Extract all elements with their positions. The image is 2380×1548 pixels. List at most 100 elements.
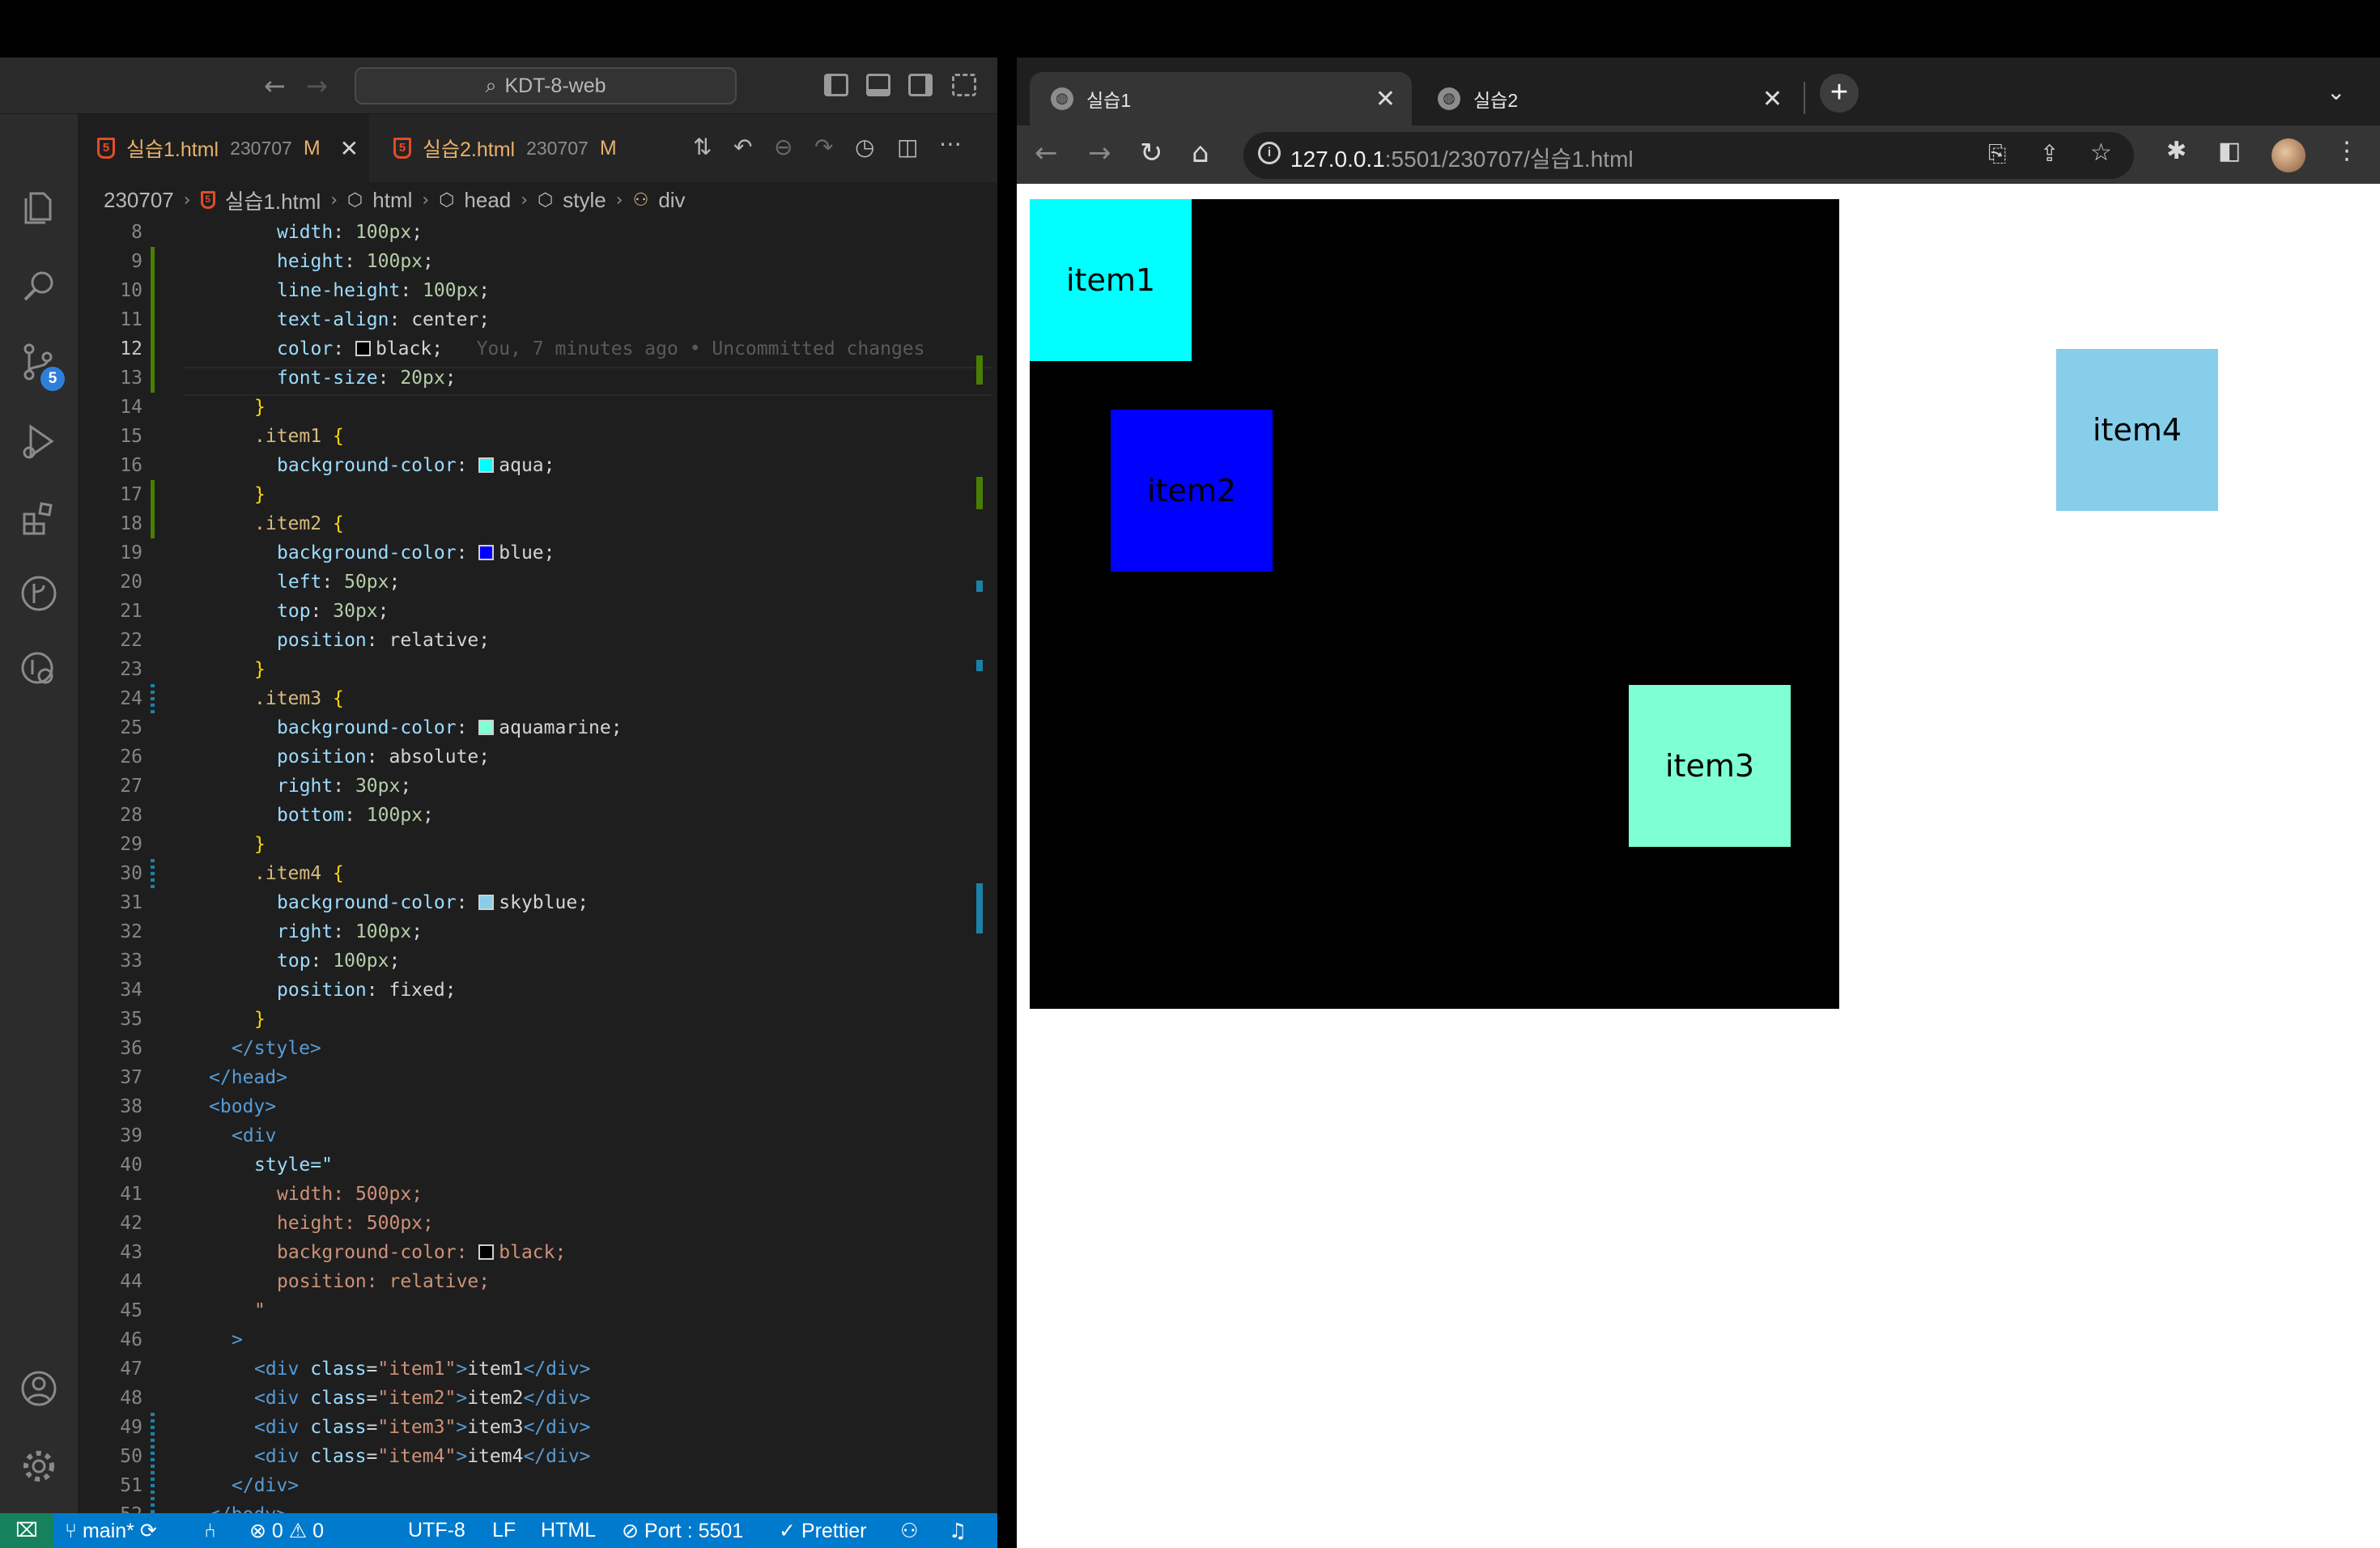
back-arrow-icon[interactable]: ←: [264, 70, 286, 101]
line-number[interactable]: 36: [78, 1034, 142, 1063]
line-number[interactable]: 38: [78, 1092, 142, 1121]
line-number[interactable]: 16: [78, 451, 142, 480]
home-icon[interactable]: ⌂: [1192, 137, 1209, 169]
side-panel-icon[interactable]: ◧: [2218, 137, 2241, 165]
line-number[interactable]: 46: [78, 1325, 142, 1354]
split-editor-icon[interactable]: ◫: [897, 134, 918, 160]
reload-icon[interactable]: ↻: [1140, 137, 1163, 169]
live-server-port[interactable]: ⊘ Port : 5501: [622, 1513, 743, 1548]
address-bar[interactable]: i 127.0.0.1:5501/230707/실습1.html ⎘ ⇪ ☆: [1243, 132, 2134, 179]
color-swatch-aqua[interactable]: [478, 457, 495, 473]
line-number[interactable]: 14: [78, 393, 142, 422]
line-number[interactable]: 27: [78, 772, 142, 801]
line-number[interactable]: 21: [78, 597, 142, 626]
next-change-icon[interactable]: ↷: [814, 134, 833, 160]
line-number[interactable]: 15: [78, 422, 142, 451]
toggle-secondary-sidebar-icon[interactable]: [908, 74, 933, 96]
translate-icon[interactable]: ⎘: [1988, 140, 2006, 168]
line-number[interactable]: 45: [78, 1296, 142, 1325]
line-number[interactable]: 29: [78, 830, 142, 859]
color-swatch-skyblue[interactable]: [478, 895, 495, 910]
close-tab-icon[interactable]: ✕: [1762, 85, 1783, 113]
line-number[interactable]: 44: [78, 1267, 142, 1296]
gear-icon[interactable]: [19, 1447, 58, 1486]
open-changes-icon[interactable]: ⇅: [693, 134, 712, 160]
color-swatch-aquamarine[interactable]: [478, 720, 495, 735]
browser-tab-practice2[interactable]: ◍ 실습2 ✕: [1417, 72, 1799, 125]
browser-tab-practice1[interactable]: ◍ 실습1 ✕: [1030, 72, 1412, 125]
close-tab-icon[interactable]: ✕: [340, 135, 359, 162]
problems-indicator[interactable]: ⊗ 0 ⚠ 0: [249, 1513, 324, 1548]
line-number[interactable]: 41: [78, 1180, 142, 1209]
line-number[interactable]: 28: [78, 801, 142, 830]
remote-explorer-icon[interactable]: [19, 650, 58, 689]
notifications-bell-icon[interactable]: ♫: [949, 1513, 967, 1548]
bookmark-star-icon[interactable]: ☆: [2090, 138, 2112, 167]
code-editor[interactable]: 8 9 10 11 12 13 14 15 16 17 18 19 20 21 22 23 24 25 26 27 28…: [78, 218, 997, 1513]
site-info-icon[interactable]: i: [1258, 142, 1281, 164]
line-number[interactable]: 49: [78, 1413, 142, 1442]
search-icon[interactable]: [19, 266, 58, 305]
back-icon[interactable]: ←: [1035, 137, 1058, 169]
line-number[interactable]: 18: [78, 509, 142, 538]
extensions-icon[interactable]: [19, 498, 58, 537]
breadcrumb-div[interactable]: div: [658, 188, 685, 213]
line-number[interactable]: 23: [78, 655, 142, 684]
git-graph-icon[interactable]: [19, 574, 58, 613]
forward-arrow-icon[interactable]: →: [306, 70, 328, 101]
tab-practice1[interactable]: 5 실습1.html 230707 M ✕: [78, 114, 369, 182]
line-number[interactable]: 11: [78, 305, 142, 334]
eol-indicator[interactable]: LF: [492, 1513, 516, 1548]
tab-search-chevron-icon[interactable]: ⌄: [2327, 79, 2345, 105]
line-number[interactable]: 43: [78, 1238, 142, 1267]
previous-change-icon[interactable]: ↶: [733, 134, 752, 160]
prettier-indicator[interactable]: ✓ Prettier: [779, 1513, 867, 1548]
customize-layout-icon[interactable]: [952, 74, 976, 96]
line-number[interactable]: 47: [78, 1354, 142, 1384]
line-number[interactable]: 26: [78, 742, 142, 772]
timeline-icon[interactable]: ⊖: [774, 134, 793, 160]
breadcrumb-html[interactable]: html: [372, 188, 412, 213]
toggle-panel-icon[interactable]: [866, 74, 890, 96]
account-icon[interactable]: [19, 1369, 58, 1408]
line-number[interactable]: 51: [78, 1471, 142, 1500]
line-number[interactable]: 10: [78, 276, 142, 305]
line-number[interactable]: 42: [78, 1209, 142, 1238]
profile-avatar[interactable]: [2272, 138, 2306, 172]
close-tab-icon[interactable]: ✕: [1375, 85, 1396, 113]
line-number[interactable]: 20: [78, 568, 142, 597]
color-swatch-blue[interactable]: [478, 545, 495, 560]
line-number[interactable]: 48: [78, 1384, 142, 1413]
breadcrumb-folder[interactable]: 230707: [104, 188, 174, 213]
line-number[interactable]: 34: [78, 976, 142, 1005]
sync-icon[interactable]: ⟳: [140, 1519, 157, 1542]
line-number[interactable]: 22: [78, 626, 142, 655]
branch-indicator[interactable]: ⑂ main* ⟳: [65, 1513, 157, 1548]
line-number[interactable]: 19: [78, 538, 142, 568]
history-icon[interactable]: ◷: [855, 134, 874, 160]
line-number[interactable]: 37: [78, 1063, 142, 1092]
git-graph-status-icon[interactable]: ⑃: [204, 1513, 216, 1548]
line-number[interactable]: 8: [78, 218, 142, 247]
browser-menu-icon[interactable]: ⋮: [2335, 137, 2359, 165]
line-number[interactable]: 35: [78, 1005, 142, 1034]
command-center[interactable]: ⌕ KDT-8-web: [355, 67, 737, 104]
breadcrumb-style[interactable]: style: [563, 188, 606, 213]
line-number[interactable]: 40: [78, 1150, 142, 1180]
forward-icon[interactable]: →: [1088, 137, 1111, 169]
encoding-indicator[interactable]: UTF-8: [408, 1513, 465, 1548]
breadcrumb-head[interactable]: head: [464, 188, 511, 213]
line-number[interactable]: 52: [78, 1500, 142, 1513]
line-number[interactable]: 12: [78, 334, 142, 364]
line-number[interactable]: 33: [78, 946, 142, 976]
extensions-puzzle-icon[interactable]: ✱: [2166, 137, 2187, 165]
new-tab-button[interactable]: +: [1820, 74, 1859, 113]
line-number[interactable]: 39: [78, 1121, 142, 1150]
language-indicator[interactable]: HTML: [541, 1513, 596, 1548]
color-swatch-black[interactable]: [355, 341, 371, 356]
line-number[interactable]: 31: [78, 888, 142, 917]
toggle-primary-sidebar-icon[interactable]: [824, 74, 848, 96]
live-share-icon[interactable]: ⚇: [900, 1513, 918, 1548]
line-number[interactable]: 13: [78, 364, 142, 393]
remote-indicator-icon[interactable]: ⌧: [0, 1513, 53, 1548]
